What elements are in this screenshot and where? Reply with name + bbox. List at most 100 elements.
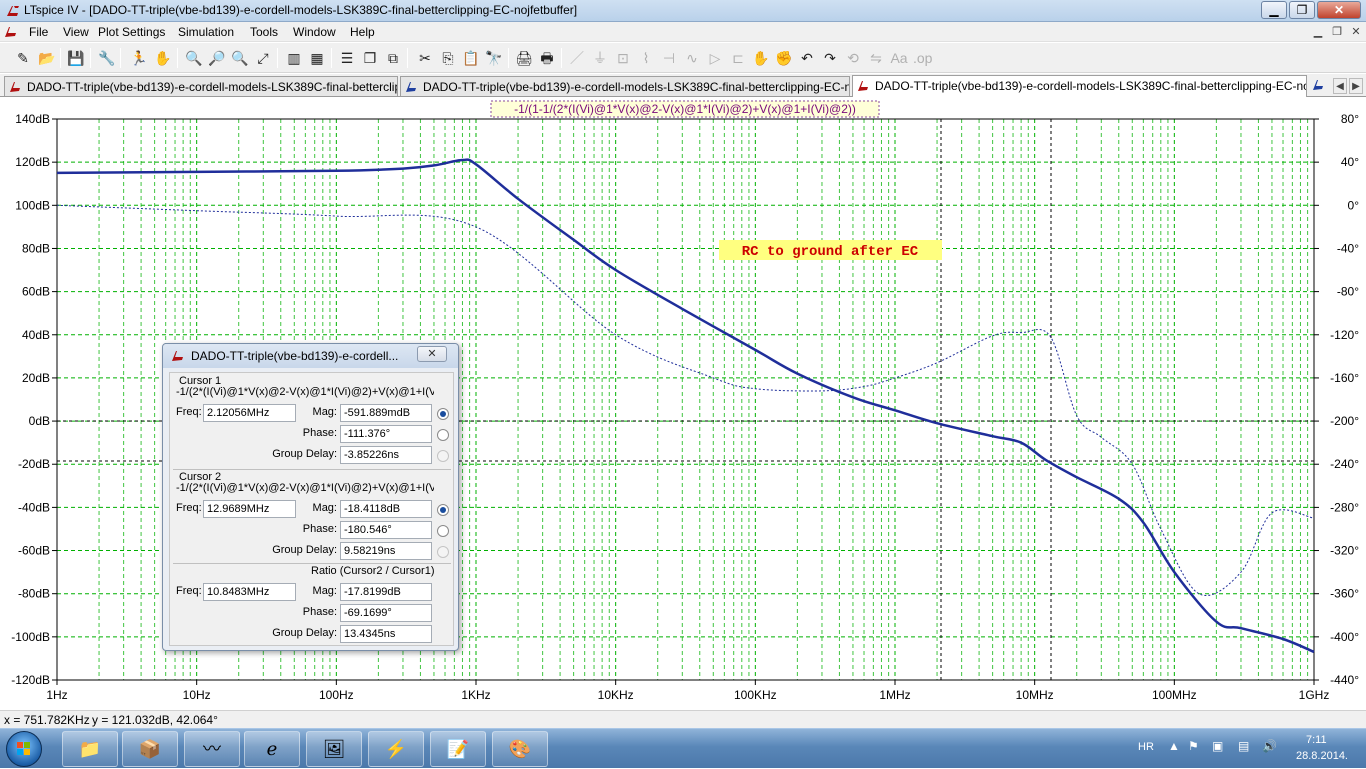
ratio-group-delay-field[interactable]: 13.4345ns — [340, 625, 432, 643]
cursor2-mag-radio[interactable] — [437, 504, 449, 516]
menu-file[interactable]: File — [29, 25, 48, 39]
undo-icon[interactable]: ↶ — [798, 49, 816, 67]
cursor2-phase-radio[interactable] — [437, 525, 449, 537]
tab-waveform-nojfetbuffer[interactable]: DADO-TT-triple(vbe-bd139)-e-cordell-mode… — [852, 75, 1307, 97]
zoom-out-icon[interactable]: 🔍 — [231, 49, 249, 67]
menu-window[interactable]: Window — [293, 25, 336, 39]
save-icon[interactable]: 💾 — [67, 49, 85, 67]
paste-icon[interactable]: 📋 — [462, 49, 480, 67]
cursor1-phase-field[interactable]: -111.376° — [340, 425, 432, 443]
menu-simulation[interactable]: Simulation — [178, 25, 234, 39]
move-icon[interactable]: ✋ — [752, 49, 770, 67]
cursor2-mag-field[interactable]: -18.4118dB — [340, 500, 432, 518]
tab-scroll-left-icon[interactable]: ◀ — [1333, 78, 1347, 94]
trace-expression-label[interactable]: -1/(1-1/(2*(I(Vi)@1*V(x)@2-V(x)@1*I(Vi)@… — [490, 100, 880, 118]
find-icon[interactable]: 🔭 — [485, 49, 503, 67]
image-viewer-task-icon[interactable]: 🖼 — [306, 731, 362, 767]
label-net-icon[interactable]: ⊡ — [614, 49, 632, 67]
minimize-button[interactable]: ▁ — [1261, 1, 1287, 19]
wire-icon[interactable]: ／ — [568, 49, 586, 67]
annotation[interactable]: RC to ground after EC — [719, 240, 942, 260]
control-panel-icon[interactable]: 🔧 — [98, 49, 116, 67]
redo-icon[interactable]: ↷ — [821, 49, 839, 67]
diode-icon[interactable]: ▷ — [706, 49, 724, 67]
cursor2-freq-field[interactable]: 12.9689MHz — [203, 500, 296, 518]
oscilloscope-task-icon[interactable]: 〰 — [184, 731, 240, 767]
halt-icon[interactable]: ✋ — [154, 49, 172, 67]
cursor1-freq-field[interactable]: 2.12056MHz — [203, 404, 296, 422]
installer-task-icon[interactable]: 📦 — [122, 731, 178, 767]
maximize-button[interactable]: ❐ — [1289, 1, 1315, 19]
component-icon[interactable]: ⊏ — [729, 49, 747, 67]
ltspice-task-icon[interactable]: ⚡ — [368, 731, 424, 767]
new-schematic-icon[interactable]: ✎ — [14, 49, 32, 67]
menu-help[interactable]: Help — [350, 25, 375, 39]
cursor1-mag-radio[interactable] — [437, 408, 449, 420]
cursor1-phase-radio[interactable] — [437, 429, 449, 441]
zoom-fit-icon[interactable]: ⤢ — [254, 49, 272, 67]
menu-tools[interactable]: Tools — [250, 25, 278, 39]
spice-directive-icon[interactable]: .op — [913, 49, 932, 67]
tab-scroll-right-icon[interactable]: ▶ — [1349, 78, 1363, 94]
mdi-close-icon[interactable]: ✕ — [1348, 25, 1364, 39]
open-icon[interactable]: 📂 — [38, 49, 56, 67]
cursor1-group-delay-field[interactable]: -3.85226ns — [340, 446, 432, 464]
explorer-task-icon[interactable]: 📁 — [62, 731, 118, 767]
cut-icon[interactable]: ✂ — [416, 49, 434, 67]
tile-vertical-icon[interactable]: ⧉ — [384, 49, 402, 67]
cursor1-group: Cursor 1 -1/(2*(I(Vi)@1*V(x)@2-V(x)@1*I(… — [173, 375, 451, 467]
start-button[interactable] — [6, 731, 42, 767]
cursor2-phase-field[interactable]: -180.546° — [340, 521, 432, 539]
tile-horizontal-icon[interactable]: ☰ — [338, 49, 356, 67]
capacitor-icon[interactable]: ⊣ — [660, 49, 678, 67]
tab-schematic-ec[interactable]: DADO-TT-triple(vbe-bd139)-e-cordell-mode… — [4, 76, 398, 96]
cursor1-mag-field[interactable]: -591.889mdB — [340, 404, 432, 422]
action-center-flag-icon[interactable]: ⚑ — [1188, 739, 1199, 753]
tab-schematic-nojfetbuffer[interactable]: DADO-TT-triple(vbe-bd139)-e-cordell-mode… — [400, 76, 850, 96]
cursor-dialog-close-button[interactable]: ✕ — [417, 346, 447, 362]
cursor-dialog-title: DADO-TT-triple(vbe-bd139)-e-cordell... — [191, 349, 399, 363]
schematic-icon[interactable] — [1312, 78, 1326, 92]
run-icon[interactable]: 🏃 — [130, 49, 148, 67]
language-indicator[interactable]: HR — [1138, 741, 1154, 753]
print-preview-icon[interactable]: 🖨 — [515, 49, 533, 67]
clock-date[interactable]: 28.8.2014. — [1296, 750, 1348, 762]
drag-icon[interactable]: ✊ — [775, 49, 793, 67]
grid-icon[interactable]: ▦ — [308, 49, 326, 67]
autorange-icon[interactable]: ▥ — [285, 49, 303, 67]
cursor-dialog[interactable]: DADO-TT-triple(vbe-bd139)-e-cordell... ✕… — [162, 343, 459, 651]
cursor2-group-delay-radio[interactable] — [437, 546, 449, 558]
ground-icon[interactable]: ⏚ — [591, 49, 609, 67]
copy-icon[interactable]: ⎘ — [439, 49, 457, 67]
text-icon[interactable]: Aa — [890, 49, 908, 67]
mdi-restore-icon[interactable]: ❐ — [1329, 25, 1345, 39]
text-editor-task-icon[interactable]: 📝 — [430, 731, 486, 767]
resistor-icon[interactable]: ⌇ — [637, 49, 655, 67]
show-hidden-icons-icon[interactable]: ▲ — [1168, 739, 1180, 753]
mdi-minimize-icon[interactable]: ▁ — [1310, 25, 1326, 39]
menu-view[interactable]: View — [63, 25, 89, 39]
close-button[interactable]: ✕ — [1317, 1, 1361, 19]
ratio-freq-field[interactable]: 10.8483MHz — [203, 583, 296, 601]
zoom-pan-icon[interactable]: 🔎 — [208, 49, 226, 67]
network-icon[interactable]: ▤ — [1238, 739, 1249, 753]
internet-explorer-task-icon[interactable]: ℯ — [244, 731, 300, 767]
cascade-icon[interactable]: ❐ — [361, 49, 379, 67]
inductor-icon[interactable]: ∿ — [683, 49, 701, 67]
cursor1-group-delay-radio[interactable] — [437, 450, 449, 462]
menu-plot-settings[interactable]: Plot Settings — [98, 25, 165, 39]
cursor2-group-delay-field[interactable]: 9.58219ns — [340, 542, 432, 560]
paint-task-icon[interactable]: 🎨 — [492, 731, 548, 767]
ratio-mag-field[interactable]: -17.8199dB — [340, 583, 432, 601]
zoom-in-icon[interactable]: 🔍 — [185, 49, 203, 67]
waveform-window-icon[interactable] — [4, 25, 20, 39]
rotate-icon[interactable]: ⟲ — [844, 49, 862, 67]
mirror-icon[interactable]: ⇋ — [867, 49, 885, 67]
print-icon[interactable]: 🖶 — [538, 49, 556, 67]
device-icon[interactable]: ▣ — [1212, 739, 1223, 753]
cursor-dialog-titlebar[interactable]: DADO-TT-triple(vbe-bd139)-e-cordell... ✕ — [163, 344, 458, 368]
waveform-plot[interactable]: 140dB 80° 120dB 40° 100dB 0° 80dB -40° 60dB -80° 4… — [0, 98, 1366, 710]
ratio-phase-field[interactable]: -69.1699° — [340, 604, 432, 622]
clock-time[interactable]: 7:11 — [1306, 734, 1327, 746]
volume-icon[interactable]: 🔊 — [1262, 739, 1277, 753]
